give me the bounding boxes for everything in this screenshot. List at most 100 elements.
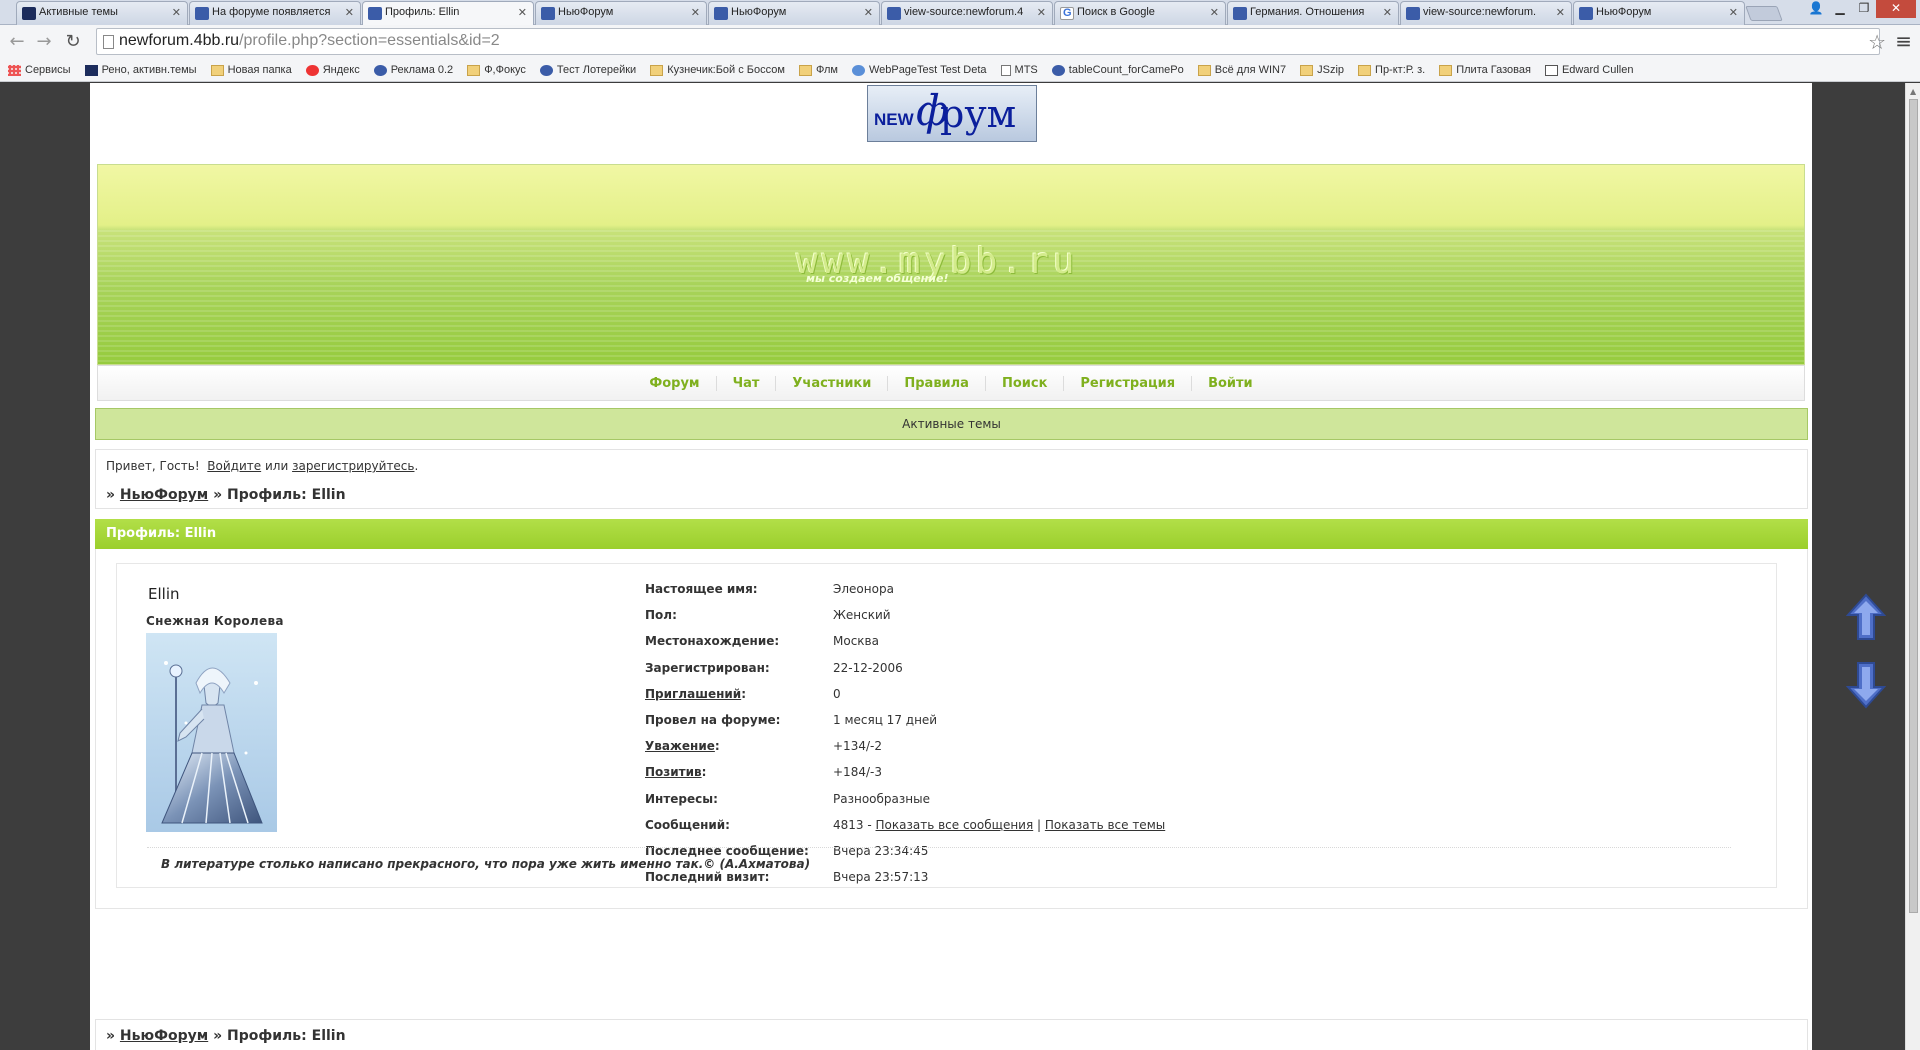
browser-tab[interactable]: Поиск в Google ✕ — [1054, 1, 1226, 25]
active-topics-link[interactable]: Активные темы — [95, 408, 1808, 440]
folder-icon — [798, 64, 812, 76]
reload-icon[interactable]: ↻ — [62, 31, 84, 53]
bookmark-item[interactable]: Яндекс — [305, 59, 360, 81]
folder-icon — [210, 64, 224, 76]
scroll-up-icon[interactable]: ▲ — [1910, 87, 1916, 96]
tab-close-icon[interactable]: ✕ — [1729, 6, 1738, 19]
show-all-posts-link[interactable]: Показать все сообщения — [876, 818, 1034, 832]
browser-tab[interactable]: НьюФорум ✕ — [535, 1, 707, 25]
bookmark-label: Edward Cullen — [1561, 64, 1634, 76]
bookmark-item[interactable]: MTS — [1000, 59, 1038, 81]
profile-field-value-text: +184/-3 — [833, 765, 882, 780]
tab-close-icon[interactable]: ✕ — [864, 6, 873, 19]
tab-strip: Активные темы ✕ На форуме появляется ✕ Профи… — [16, 1, 1746, 25]
scroll-down-arrow-icon[interactable] — [1846, 661, 1886, 709]
browser-tab[interactable]: НьюФорум ✕ — [1573, 1, 1745, 25]
browser-tab[interactable]: view-source:newforum. ✕ — [1400, 1, 1572, 25]
forum-logo[interactable]: NEW ф рум — [867, 85, 1037, 142]
browser-tab[interactable]: Германия. Отношения ✕ — [1227, 1, 1399, 25]
profile-field-value: +184/-3 — [833, 765, 882, 779]
nav-link[interactable]: Правила — [887, 375, 985, 391]
nav-link[interactable]: Форум — [633, 376, 715, 391]
bookmark-favicon-icon — [1000, 64, 1011, 76]
bookmark-item[interactable]: Реклама 0.2 — [373, 59, 453, 81]
forward-arrow-icon[interactable]: → — [33, 31, 55, 53]
nav-link[interactable]: Участники — [775, 375, 887, 391]
tab-title: Активные темы — [39, 6, 118, 18]
tab-favicon-icon — [714, 7, 728, 20]
profile-field-value-text: Элеонора — [833, 582, 894, 596]
nav-link[interactable]: Чат — [715, 375, 776, 391]
browser-tab[interactable]: НьюФорум ✕ — [708, 1, 880, 25]
restore-button[interactable]: ❐ — [1852, 0, 1876, 18]
browser-tab[interactable]: На форуме появляется ✕ — [189, 1, 361, 25]
bookmark-item[interactable]: Тест Лотерейки — [539, 59, 636, 81]
scrollbar-thumb[interactable] — [1909, 99, 1918, 913]
bookmark-star-icon[interactable]: ☆ — [1868, 30, 1886, 54]
tab-favicon-icon — [541, 7, 555, 20]
tab-close-icon[interactable]: ✕ — [1383, 6, 1392, 19]
profile-field-link[interactable]: Уважение — [645, 739, 715, 753]
tab-close-icon[interactable]: ✕ — [1556, 6, 1565, 19]
bookmark-item[interactable]: Плита Газовая — [1439, 59, 1531, 81]
snow-queen-avatar-image — [146, 633, 277, 832]
back-arrow-icon[interactable]: ← — [6, 31, 28, 53]
bookmark-item[interactable]: JSzip — [1300, 59, 1344, 81]
show-all-topics-link[interactable]: Показать все темы — [1045, 818, 1165, 832]
menu-icon[interactable]: ≡ — [1895, 29, 1912, 53]
bookmark-item[interactable]: Сервисы — [8, 59, 71, 81]
bookmark-item[interactable]: WebPageTest Test Deta — [851, 59, 987, 81]
profile-field-link[interactable]: Позитив — [645, 765, 702, 779]
bookmark-label: MTS — [1014, 64, 1038, 76]
address-bar[interactable]: newforum.4bb.ru/profile.php?section=esse… — [96, 28, 1880, 55]
window-controls: 👤 ▁ ❐ ✕ — [1804, 0, 1916, 18]
bookmark-item[interactable]: Edward Cullen — [1544, 59, 1634, 81]
user-icon[interactable]: 👤 — [1804, 0, 1828, 18]
nav-link[interactable]: Поиск — [984, 375, 1063, 391]
posts-dash: - — [863, 817, 876, 832]
tab-close-icon[interactable]: ✕ — [345, 6, 354, 19]
bookmark-favicon-icon — [373, 64, 387, 76]
tab-close-icon[interactable]: ✕ — [518, 6, 527, 19]
close-window-button[interactable]: ✕ — [1876, 0, 1916, 18]
profile-field-link[interactable]: Приглашений — [645, 687, 741, 701]
bookmark-favicon-icon — [84, 64, 98, 76]
page-viewport: NEW ф рум www.mybb.ru мы создаем общение… — [0, 83, 1905, 1050]
browser-tab[interactable]: Профиль: Ellin ✕ — [362, 1, 534, 25]
breadcrumb-current: » Профиль: Ellin — [213, 487, 346, 503]
login-link[interactable]: Войдите — [207, 459, 261, 473]
profile-box: Ellin Снежная Королева Настоящее имя: Эл… — [95, 549, 1808, 909]
bookmark-label: tableCount_forCamePo — [1068, 64, 1184, 76]
tab-close-icon[interactable]: ✕ — [691, 6, 700, 19]
tab-close-icon[interactable]: ✕ — [1210, 6, 1219, 19]
nav-link[interactable]: Войти — [1191, 375, 1269, 391]
tab-close-icon[interactable]: ✕ — [172, 6, 181, 19]
browser-tab[interactable]: view-source:newforum.4 ✕ — [881, 1, 1053, 25]
bookmark-item[interactable]: tableCount_forCamePo — [1051, 59, 1184, 81]
minimize-button[interactable]: ▁ — [1828, 0, 1852, 18]
bookmark-item[interactable]: Пр-кт:Р. з. — [1358, 59, 1425, 81]
bookmark-item[interactable]: Всё для WIN7 — [1197, 59, 1286, 81]
breadcrumb-sep: » — [106, 487, 116, 503]
nav-link[interactable]: Регистрация — [1063, 375, 1191, 391]
scroll-up-arrow-icon[interactable] — [1846, 593, 1886, 641]
profile-field-value: Москва — [833, 634, 879, 648]
bookmark-item[interactable]: Новая папка — [210, 59, 292, 81]
bookmark-label: Флм — [815, 64, 838, 76]
new-tab-button[interactable] — [1745, 6, 1783, 21]
bookmark-item[interactable]: Кузнечик:Бой с Боссом — [650, 59, 785, 81]
profile-field-label: Приглашений: — [645, 686, 746, 701]
tab-close-icon[interactable]: ✕ — [1037, 6, 1046, 19]
profile-field-value-text: 4813 — [833, 817, 864, 832]
page-scrollbar[interactable]: ▲ — [1905, 83, 1920, 1050]
breadcrumb: » НьюФорум » Профиль: Ellin — [106, 487, 346, 503]
bookmark-favicon-icon — [851, 64, 865, 76]
bookmark-item[interactable]: Флм — [798, 59, 838, 81]
register-link[interactable]: зарегистрируйтесь — [292, 459, 414, 473]
bookmark-item[interactable]: Рено, активн.темы — [84, 59, 197, 81]
profile-field-value: +134/-2 — [833, 739, 882, 753]
breadcrumb-forum-link[interactable]: НьюФорум — [120, 487, 208, 503]
bookmark-item[interactable]: Ф,Фокус — [467, 59, 526, 81]
breadcrumb-forum-link[interactable]: НьюФорум — [120, 1028, 208, 1044]
browser-tab[interactable]: Активные темы ✕ — [16, 1, 188, 25]
